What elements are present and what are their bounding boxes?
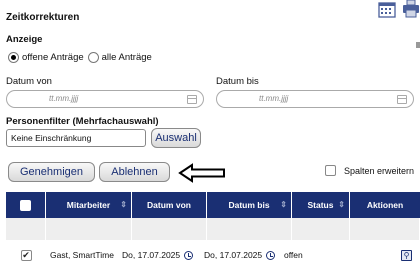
row-checkbox[interactable]	[20, 249, 32, 261]
column-label: Aktionen	[366, 200, 404, 210]
arrow-icon	[178, 163, 225, 183]
reject-button[interactable]: Ablehnen	[99, 162, 170, 182]
filter-cell[interactable]	[132, 218, 207, 240]
cell-datum-von-text: Do, 17.07.2025	[122, 250, 181, 260]
cell-datum-von: Do, 17.07.2025	[122, 244, 202, 266]
anzeige-radio-group: offene Anträge alle Anträge	[8, 52, 156, 63]
sort-icon[interactable]: ⇕	[280, 200, 287, 209]
filter-cell[interactable]	[292, 218, 350, 240]
calendar-icon[interactable]	[378, 0, 396, 18]
filter-row	[6, 218, 420, 240]
column-label: Mitarbeiter	[66, 200, 111, 210]
column-aktionen: Aktionen	[350, 192, 420, 218]
filter-cell	[6, 218, 46, 240]
calendar-picker-icon[interactable]	[397, 95, 407, 104]
magnifier-icon[interactable]: ⚲	[401, 249, 412, 261]
cell-mitarbeiter: Gast, SmartTime	[50, 250, 114, 260]
approve-button[interactable]: Genehmigen	[8, 162, 95, 182]
filter-cell	[350, 218, 420, 240]
datum-bis-label: Datum bis	[216, 76, 259, 87]
table-header: Mitarbeiter ⇕ Datum von Datum bis ⇕ Stat…	[6, 192, 420, 218]
calendar-picker-icon[interactable]	[187, 95, 197, 104]
radio-alle-antraege[interactable]: alle Anträge	[87, 52, 152, 63]
clock-icon	[184, 250, 194, 260]
filter-cell[interactable]	[207, 218, 292, 240]
page-title: Zeitkorrekturen	[6, 12, 80, 23]
column-label: Status	[307, 200, 334, 210]
sort-icon[interactable]: ⇕	[338, 200, 345, 209]
column-label: Datum bis	[228, 200, 270, 210]
table-row[interactable]: Gast, SmartTime Do, 17.07.2025 Do, 17.07…	[6, 244, 420, 266]
personenfilter-label: Personenfilter (Mehrfachauswahl)	[6, 116, 159, 127]
radio-label: alle Anträge	[101, 52, 152, 63]
print-icon[interactable]	[402, 0, 420, 18]
row-select-cell	[6, 244, 46, 266]
cell-status: offen	[284, 250, 303, 260]
cell-aktionen: ⚲	[330, 244, 420, 266]
radio-button[interactable]	[8, 52, 19, 63]
radio-offene-antraege[interactable]: offene Anträge	[8, 52, 84, 63]
column-datum-von[interactable]: Datum von	[132, 192, 207, 218]
column-datum-bis[interactable]: Datum bis ⇕	[207, 192, 292, 218]
filter-cell[interactable]	[46, 218, 132, 240]
spalten-erweitern-label: Spalten erweitern	[344, 165, 415, 176]
datum-von-placeholder: tt.mm.jjjj	[49, 94, 79, 103]
anzeige-label: Anzeige	[6, 34, 43, 45]
auswahl-button[interactable]: Auswahl	[151, 128, 201, 148]
datum-von-input[interactable]: tt.mm.jjjj	[6, 90, 204, 108]
spalten-erweitern-toggle[interactable]: Spalten erweitern	[325, 165, 414, 176]
top-toolbar	[378, 0, 420, 18]
column-status[interactable]: Status ⇕	[292, 192, 350, 218]
radio-button[interactable]	[87, 52, 99, 63]
select-all-header	[6, 192, 46, 218]
select-all-checkbox[interactable]	[20, 199, 31, 211]
spalten-erweitern-checkbox[interactable]	[325, 165, 336, 176]
cell-datum-bis-text: Do, 17.07.2025	[204, 250, 263, 260]
cell-datum-bis: Do, 17.07.2025	[202, 244, 280, 266]
datum-bis-placeholder: tt.mm.jjjj	[259, 94, 289, 103]
datum-von-label: Datum von	[6, 76, 52, 87]
personenfilter-field[interactable]: Keine Einschränkung	[6, 129, 146, 147]
radio-label: offene Anträge	[22, 52, 84, 63]
clock-icon	[266, 250, 276, 260]
column-mitarbeiter[interactable]: Mitarbeiter ⇕	[46, 192, 132, 218]
scroll-marker-icon	[416, 42, 420, 48]
column-label: Datum von	[147, 200, 191, 210]
datum-bis-input[interactable]: tt.mm.jjjj	[216, 90, 414, 108]
sort-icon[interactable]: ⇕	[120, 200, 127, 209]
